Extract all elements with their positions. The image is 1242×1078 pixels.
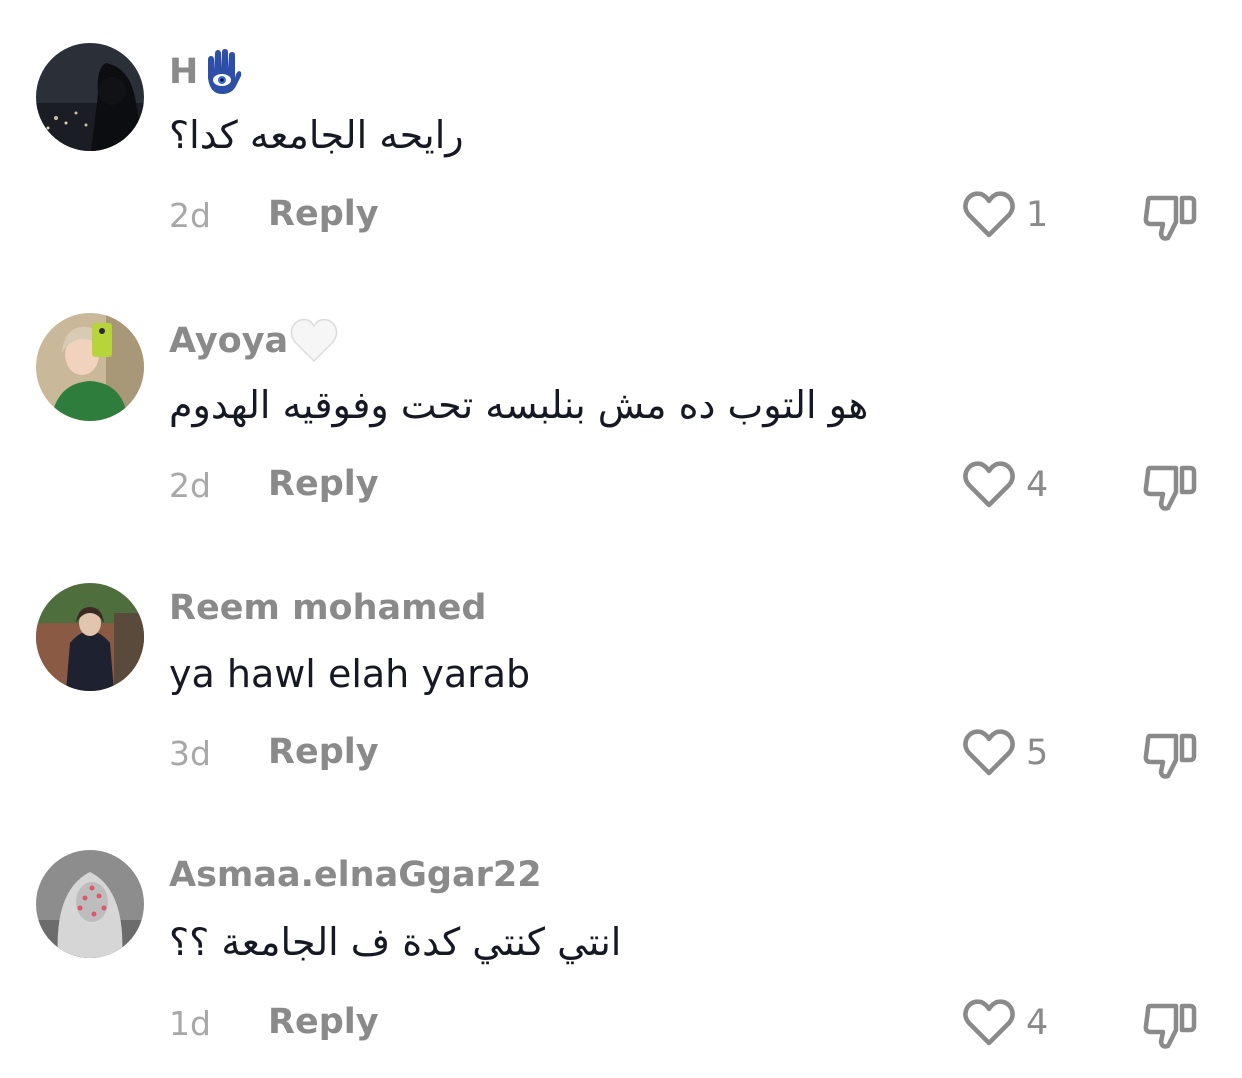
dislike-button[interactable] [1142,1000,1198,1052]
like-button[interactable]: 5 [962,728,1048,778]
comment-time: 2d [169,196,211,235]
comment-text: ya hawl elah yarab [169,652,531,696]
comment-text: هو التوب ده مش بنلبسه تحت وفوقيه الهدوم [169,383,869,427]
like-count: 4 [1026,1003,1049,1043]
white-heart-icon [290,318,338,364]
thumbs-down-icon [1143,733,1197,779]
dislike-button[interactable] [1142,730,1198,782]
comment-item: Reem mohamed ya hawl elah yarab 3d Reply… [0,538,1242,808]
comment-time: 1d [169,1004,211,1043]
avatar[interactable] [36,313,144,421]
comment-username[interactable]: Ayoya [169,318,338,364]
thumbs-down-icon [1143,1003,1197,1049]
heart-icon [963,729,1015,776]
comment-item: H رايحه الجامعه كدا؟ 2d Reply 1 [0,0,1242,270]
avatar[interactable] [36,583,144,691]
hamsa-icon [200,48,244,96]
reply-button[interactable]: Reply [268,464,379,504]
comment-text: انتي كنتي كدة ف الجامعة ؟؟ [169,920,622,964]
avatar[interactable] [36,850,144,958]
comment-item: Asmaa.elnaGgar22 انتي كنتي كدة ف الجامعة… [0,808,1242,1078]
comment-item: Ayoya هو التوب ده مش بنلبسه تحت وفوقيه ا… [0,270,1242,540]
like-button[interactable]: 4 [962,998,1048,1048]
like-button[interactable]: 1 [962,190,1048,240]
comment-username[interactable]: Asmaa.elnaGgar22 [169,855,542,895]
like-button[interactable]: 4 [962,460,1048,510]
like-count: 5 [1026,733,1049,773]
dislike-button[interactable] [1142,462,1198,514]
dislike-button[interactable] [1142,192,1198,244]
reply-button[interactable]: Reply [268,1002,379,1042]
avatar[interactable] [36,43,144,151]
comment-text: رايحه الجامعه كدا؟ [169,113,464,157]
like-count: 1 [1026,195,1049,235]
heart-icon [963,191,1015,238]
like-count: 4 [1026,465,1049,505]
comment-username[interactable]: H [169,48,244,96]
reply-button[interactable]: Reply [268,194,379,234]
heart-icon [963,461,1015,508]
heart-icon [963,999,1015,1046]
comment-time: 2d [169,466,211,505]
reply-button[interactable]: Reply [268,732,379,772]
thumbs-down-icon [1143,465,1197,511]
comment-time: 3d [169,734,211,773]
thumbs-down-icon [1143,195,1197,241]
comment-username[interactable]: Reem mohamed [169,588,486,628]
